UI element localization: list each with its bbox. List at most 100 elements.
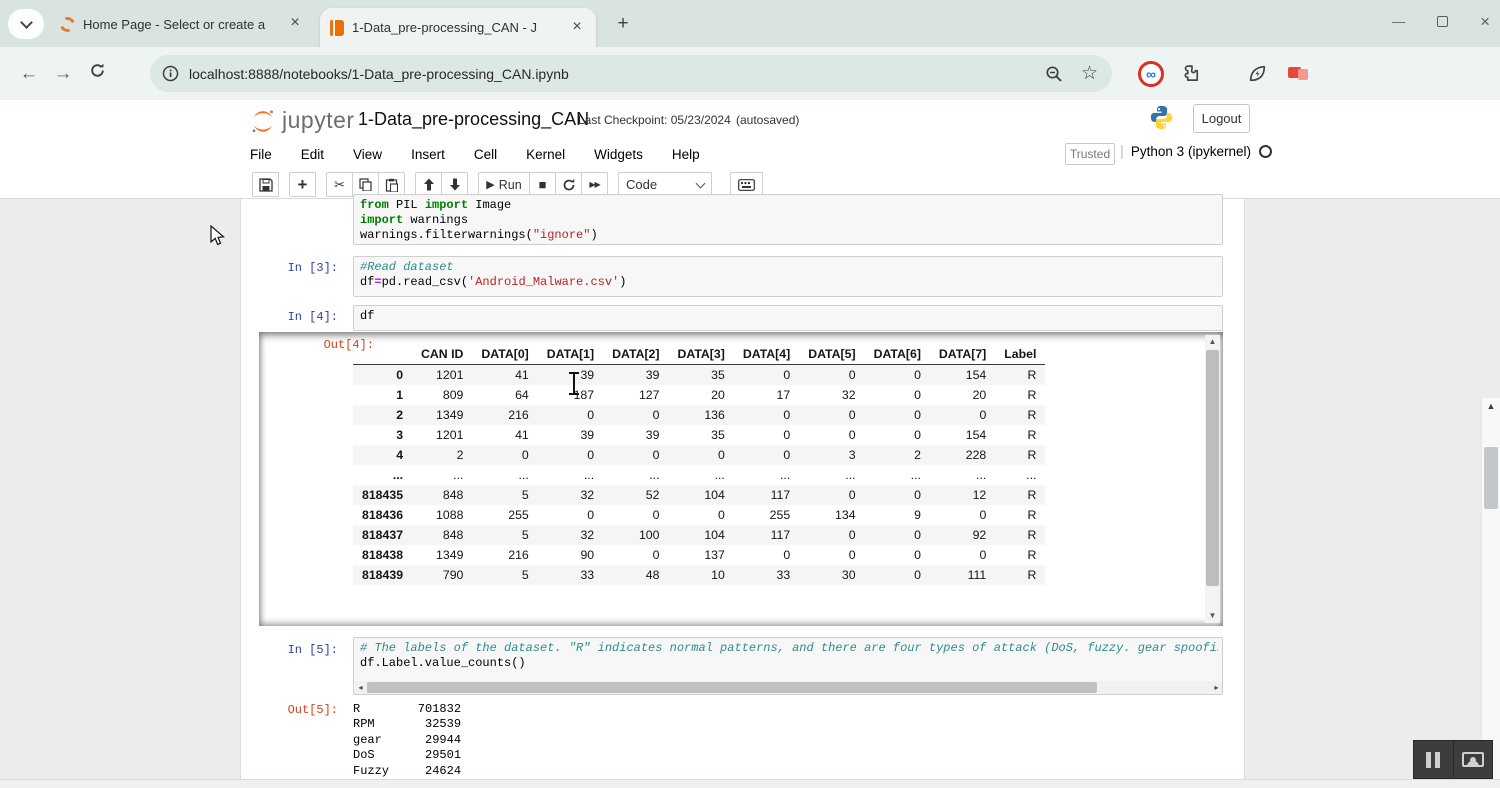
menu-item-edit[interactable]: Edit	[301, 147, 324, 162]
scrollbar-thumb[interactable]	[367, 682, 1097, 693]
output-prompt: Out[5]:	[287, 703, 338, 717]
code-cell-read-dataset[interactable]: #Read dataset df=pd.read_csv('Android_Mal…	[353, 256, 1223, 297]
extension-misc[interactable]	[1285, 55, 1311, 92]
output-area-df-table[interactable]: Out[4]: CAN ID DATA[0] DATA[1] DATA[2] DATA[…	[259, 332, 1223, 626]
forward-button[interactable]: →	[46, 63, 80, 85]
menu-item-file[interactable]: File	[250, 147, 272, 162]
text-cursor	[567, 372, 581, 395]
arrow-down-icon	[449, 178, 460, 191]
close-tab-icon[interactable]: ×	[286, 15, 304, 33]
close-tab-icon[interactable]: ×	[568, 18, 586, 37]
paste-icon	[385, 178, 398, 192]
scroll-down-icon[interactable]: ▼	[1205, 609, 1220, 623]
page-scrollbar[interactable]: ▲	[1481, 398, 1500, 788]
window-close-button[interactable]: ×	[1480, 12, 1490, 32]
notebook-container: from PIL import Image import warnings warn…	[240, 194, 1245, 788]
run-label: Run	[498, 177, 522, 192]
url-text[interactable]: localhost:8888/notebooks/1-Data_pre-proc…	[189, 66, 1045, 82]
minimize-button[interactable]: —	[1392, 14, 1405, 32]
cell-type-value: Code	[626, 177, 658, 192]
table-row: .................................	[392, 468, 1037, 482]
code-cell-df[interactable]: df	[353, 305, 1223, 331]
extensions-button[interactable]	[1178, 55, 1206, 92]
jupyter-logo-icon	[252, 110, 274, 133]
browser-tab-notebook[interactable]: 1-Data_pre-processing_CAN - J ×	[320, 8, 596, 47]
scroll-up-icon[interactable]: ▲	[1482, 401, 1500, 411]
window-controls: — ×	[1392, 12, 1490, 32]
reload-button[interactable]	[80, 62, 114, 85]
trusted-badge[interactable]: Trusted	[1065, 143, 1115, 165]
autosave-status: (autosaved)	[736, 113, 800, 127]
bookmark-star-icon[interactable]: ☆	[1081, 62, 1098, 85]
code-cell-imports[interactable]: from PIL import Image import warnings warn…	[353, 194, 1223, 245]
fast-forward-icon: ▶▶	[589, 180, 600, 189]
menu-item-insert[interactable]: Insert	[411, 147, 445, 162]
scroll-up-icon[interactable]: ▲	[1205, 335, 1220, 349]
code-editor[interactable]: from PIL import Image import warnings warn…	[360, 198, 1222, 243]
save-button[interactable]	[252, 172, 279, 197]
puzzle-icon	[1183, 65, 1198, 81]
tab-title: Home Page - Select or create a	[83, 16, 266, 32]
red-extension-icon	[1288, 67, 1308, 80]
webcam-icon	[1461, 752, 1484, 767]
notebook-title[interactable]: 1-Data_pre-processing_CAN	[358, 109, 589, 130]
jupyter-logo[interactable]: jupyter	[250, 107, 355, 134]
save-icon	[258, 177, 273, 192]
maximize-button[interactable]	[1437, 16, 1449, 27]
screen: Home Page - Select or create a × 1-Data_…	[0, 0, 1500, 788]
menu-bar: File Edit View Insert Cell Kernel Widgets Help	[250, 140, 700, 169]
mouse-cursor	[210, 224, 226, 252]
insert-cell-button[interactable]: +	[289, 172, 316, 197]
table-row: 4 2 0 0 0 0 0 3 2 228 R	[353, 445, 1046, 465]
browser-tab-home[interactable]: Home Page - Select or create a ×	[50, 9, 314, 39]
address-bar[interactable]: localhost:8888/notebooks/1-Data_pre-proc…	[150, 55, 1112, 92]
code-editor[interactable]: #Read dataset df=pd.read_csv('Android_Mal…	[360, 260, 1222, 290]
webcam-toggle-button[interactable]	[1452, 741, 1493, 778]
table-row: 3 1201 41 39 39 35 0 0 0 154 R	[396, 428, 1037, 442]
code-editor[interactable]: # The labels of the dataset. "R" indicat…	[360, 641, 1218, 671]
code-cell-value-counts[interactable]: # The labels of the dataset. "R" indicat…	[353, 637, 1223, 695]
performance-button[interactable]	[1243, 55, 1271, 92]
extension-infinity[interactable]: ∞	[1137, 55, 1165, 92]
pause-recording-button[interactable]	[1414, 741, 1453, 778]
output-vertical-scrollbar[interactable]: ▲ ▼	[1205, 335, 1220, 623]
value-counts-output: R 701832 RPM 32539 gear 29944 DoS 29501 Fuzz…	[353, 702, 533, 788]
code-line: #Read dataset	[360, 260, 454, 274]
menu-item-view[interactable]: View	[353, 147, 382, 162]
infinity-icon: ∞	[1138, 60, 1164, 87]
input-prompt: In [3]:	[287, 261, 338, 275]
code-line: df=pd.read_csv('Android_Malware.csv')	[360, 275, 627, 289]
code-editor[interactable]: df	[360, 309, 1222, 324]
zoom-icon[interactable]	[1045, 65, 1063, 83]
leaf-icon	[1249, 65, 1265, 82]
tab-title: 1-Data_pre-processing_CAN - J	[352, 20, 537, 35]
logout-button[interactable]: Logout	[1193, 104, 1250, 133]
site-info-icon[interactable]	[162, 65, 179, 82]
table-row: 818437 848 5 32 100 104 117 0 0 92 R	[353, 525, 1046, 545]
code-line: from PIL import Image	[360, 198, 512, 212]
tab-search-button[interactable]	[8, 9, 44, 39]
scrollbar-thumb[interactable]	[1484, 447, 1498, 509]
menu-item-widgets[interactable]: Widgets	[594, 147, 643, 162]
menu-item-help[interactable]: Help	[672, 147, 700, 162]
restart-icon	[563, 178, 574, 190]
new-tab-button[interactable]: +	[612, 13, 634, 35]
kernel-indicator: | Python 3 (ipykernel)	[1120, 143, 1272, 160]
menu-item-kernel[interactable]: Kernel	[526, 147, 565, 162]
back-button[interactable]: ←	[12, 63, 46, 85]
notebook-favicon-icon	[330, 19, 344, 36]
last-checkpoint: Last Checkpoint: 05/23/2024	[578, 113, 731, 127]
code-line: df	[360, 309, 375, 323]
scroll-left-icon[interactable]: ◂	[354, 681, 367, 694]
input-prompt: In [4]:	[287, 310, 338, 324]
code-line: df.Label.value_counts()	[360, 656, 526, 670]
cell-horizontal-scrollbar[interactable]: ◂ ▸	[354, 681, 1222, 694]
cut-cell-button[interactable]: ✂	[326, 172, 353, 197]
stop-icon: ■	[538, 177, 547, 192]
kernel-status-icon	[1258, 145, 1272, 158]
pause-icon	[1426, 751, 1432, 768]
scrollbar-thumb[interactable]	[1206, 350, 1219, 586]
scroll-right-icon[interactable]: ▸	[1210, 681, 1222, 694]
dataframe-table: CAN ID DATA[0] DATA[1] DATA[2] DATA[3] DATA[4…	[353, 344, 1046, 585]
menu-item-cell[interactable]: Cell	[474, 147, 497, 162]
